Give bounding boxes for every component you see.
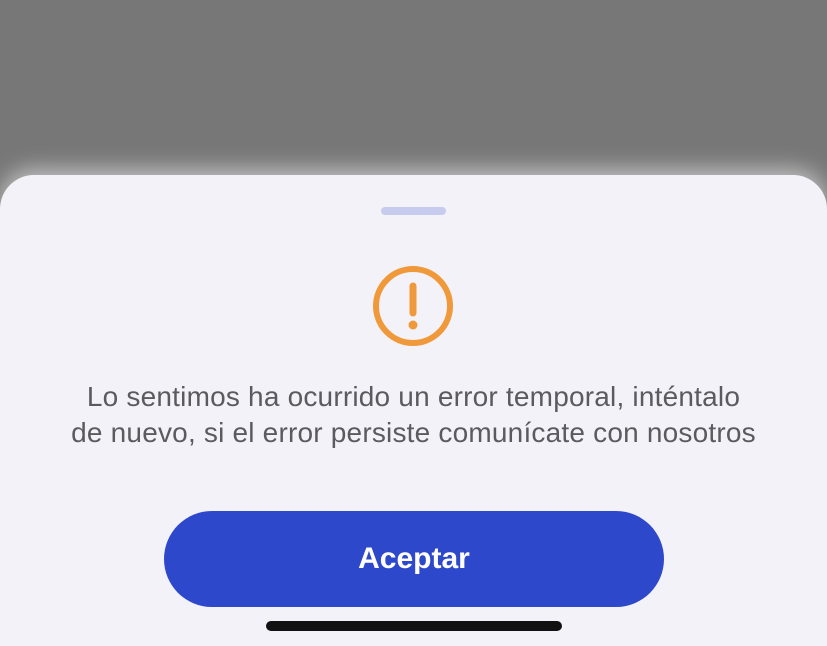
error-message: Lo sentimos ha ocurrido un error tempora…: [0, 379, 827, 451]
alert-circle-icon: [373, 266, 453, 346]
bottom-sheet: Lo sentimos ha ocurrido un error tempora…: [0, 175, 827, 646]
error-message-line-2: de nuevo, si el error persiste comunícat…: [71, 417, 756, 448]
accept-button[interactable]: Aceptar: [164, 511, 664, 607]
sheet-grabber-handle[interactable]: [381, 207, 446, 215]
error-dialog-screen: Lo sentimos ha ocurrido un error tempora…: [0, 0, 827, 646]
home-indicator[interactable]: [266, 621, 562, 631]
error-message-line-1: Lo sentimos ha ocurrido un error tempora…: [86, 381, 741, 412]
